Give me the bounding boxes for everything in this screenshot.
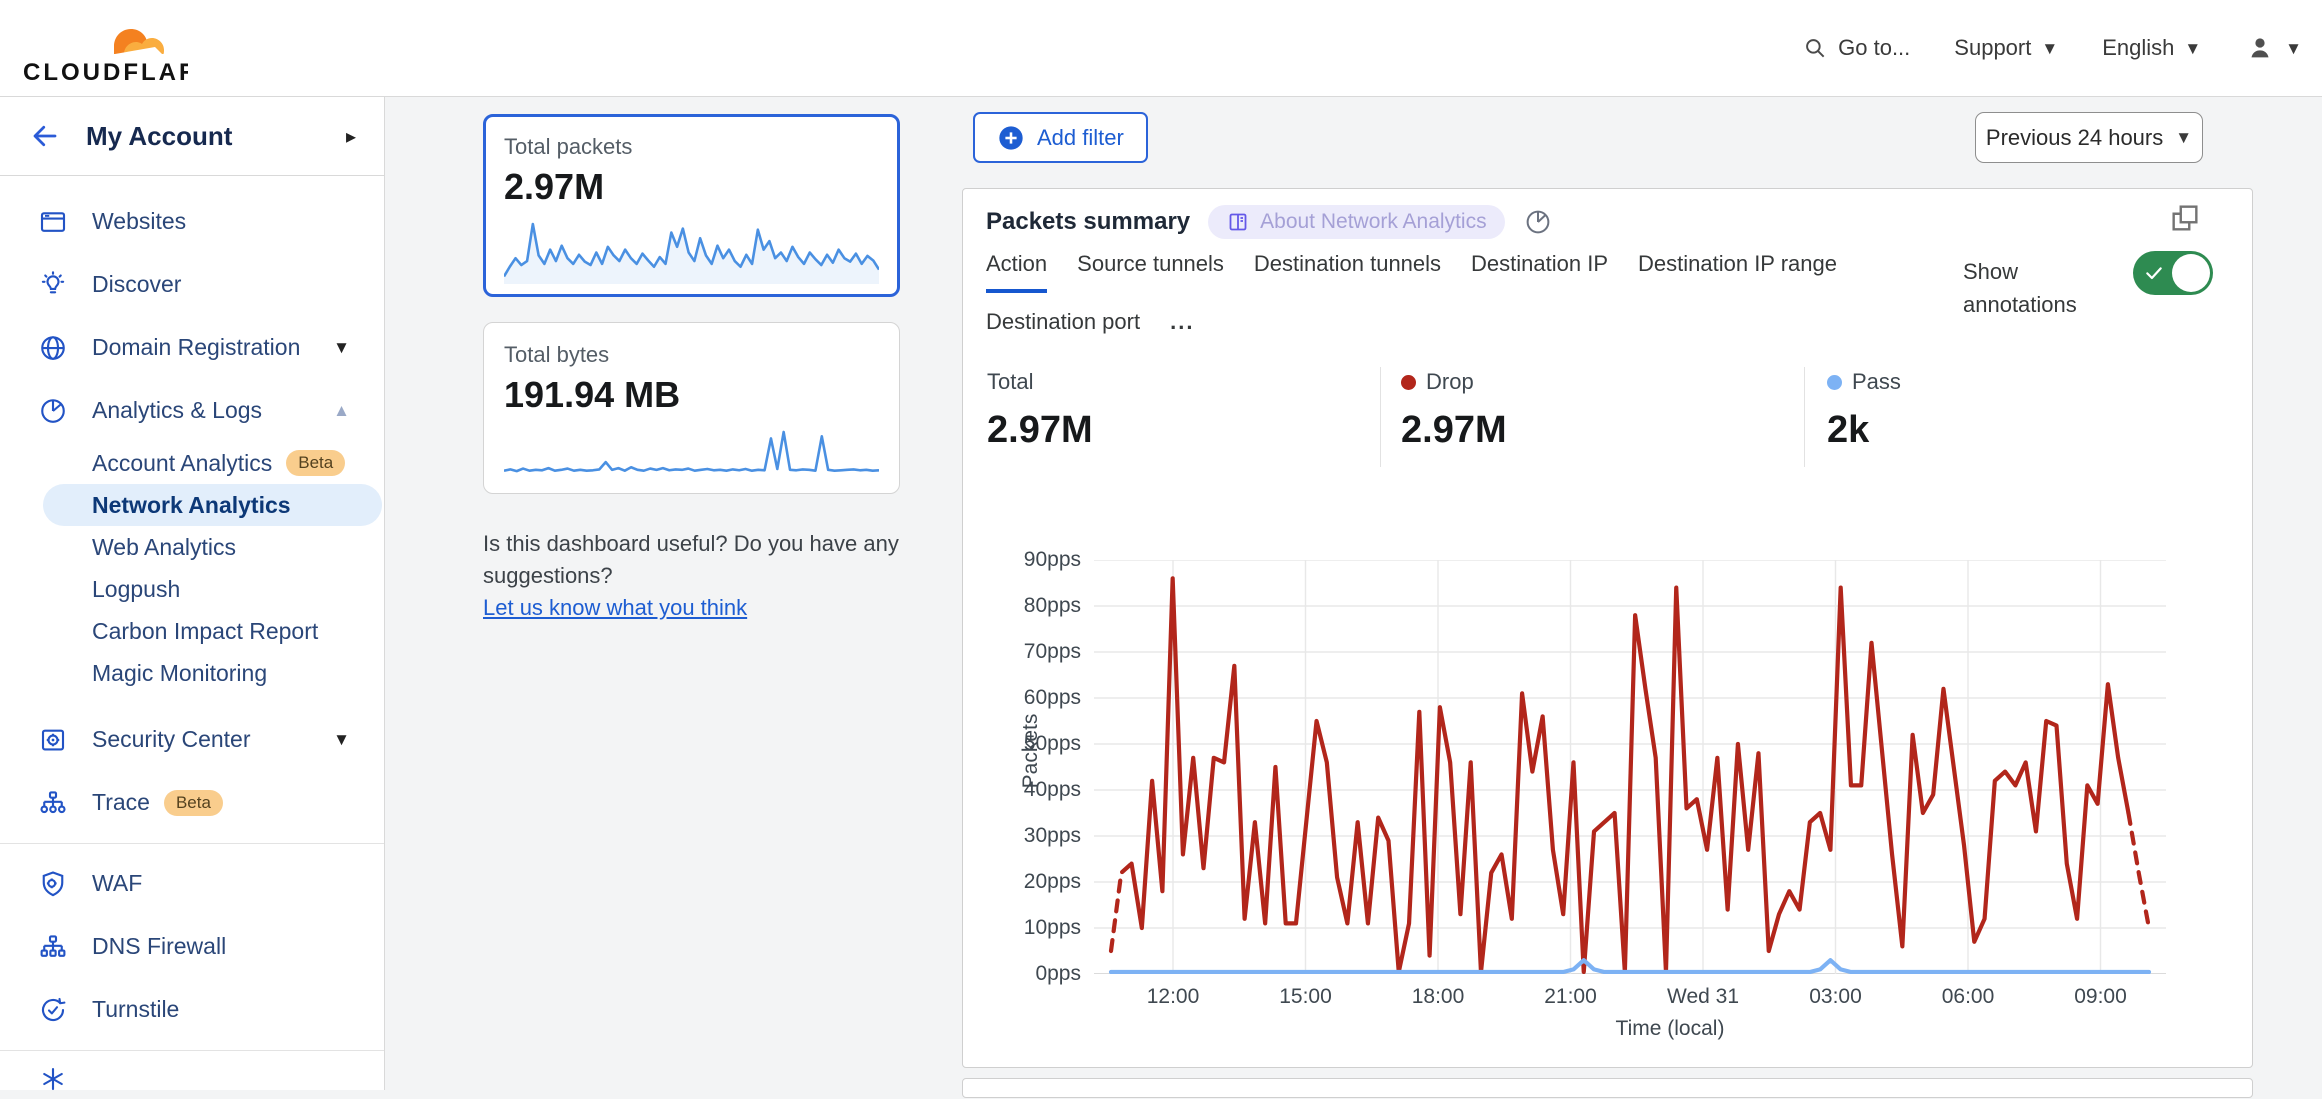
total-bytes-card[interactable]: Total bytes 191.94 MB <box>483 322 900 494</box>
cloudflare-logo[interactable]: CLOUDFLARE <box>18 8 188 88</box>
stat-total: Total 2.97M <box>963 367 1380 467</box>
sidebar-item-turnstile[interactable]: Turnstile <box>0 978 384 1041</box>
search-icon <box>1802 35 1828 61</box>
tab-destination-ip-range[interactable]: Destination IP range <box>1638 251 1837 293</box>
card-value: 2.97M <box>504 166 879 208</box>
check-icon <box>2143 263 2165 283</box>
drop-series-dot <box>1401 375 1416 390</box>
sidebar-item-security-center[interactable]: Security Center ▼ <box>0 708 384 771</box>
about-network-analytics-badge[interactable]: About Network Analytics <box>1208 205 1504 239</box>
goto-label: Go to... <box>1838 35 1910 61</box>
refresh-check-icon <box>38 995 68 1025</box>
panel-title: Packets summary <box>986 208 1190 236</box>
sidebar-item-discover[interactable]: Discover <box>0 253 384 316</box>
show-annotations-toggle[interactable] <box>2133 251 2213 295</box>
next-panel-sliver <box>962 1078 2253 1098</box>
sidebar: My Account ▸ Websites Discover <box>0 97 385 1090</box>
shield-gear-icon <box>38 869 68 899</box>
globe-icon <box>38 333 68 363</box>
hierarchy-icon <box>38 932 68 962</box>
chevron-right-icon[interactable]: ▸ <box>346 124 356 149</box>
stat-total-value: 2.97M <box>987 409 1380 452</box>
sidebar-item-partial[interactable] <box>0 1059 384 1099</box>
sidebar-item-domain-registration[interactable]: Domain Registration ▼ <box>0 316 384 379</box>
tab-source-tunnels[interactable]: Source tunnels <box>1077 251 1224 293</box>
account-title: My Account <box>86 121 346 152</box>
support-menu[interactable]: Support ▼ <box>1954 35 2058 61</box>
sidebar-item-waf[interactable]: WAF <box>0 852 384 915</box>
feedback-link[interactable]: Let us know what you think <box>483 595 747 620</box>
tab-destination-port[interactable]: Destination port <box>986 309 1140 347</box>
stat-drop: Drop 2.97M <box>1380 367 1804 467</box>
stat-pass: Pass 2k <box>1804 367 2224 467</box>
pie-timer-icon[interactable] <box>1523 207 1553 237</box>
sidebar-item-dns-firewall[interactable]: DNS Firewall <box>0 915 384 978</box>
time-range-dropdown[interactable]: Previous 24 hours ▼ <box>1975 112 2203 163</box>
packets-chart: Packets Time (local) 0pps10pps20pps30pps… <box>963 519 2252 1059</box>
sidebar-item-logpush[interactable]: Logpush <box>0 568 384 610</box>
pass-series-dot <box>1827 375 1842 390</box>
sidebar-item-trace[interactable]: Trace Beta <box>0 771 384 834</box>
x-axis-title: Time (local) <box>1570 1017 1770 1041</box>
plus-circle-icon <box>997 124 1025 152</box>
user-menu[interactable]: ▼ <box>2245 33 2302 63</box>
total-packets-card[interactable]: Total packets 2.97M <box>483 114 900 297</box>
add-filter-button[interactable]: Add filter <box>973 112 1148 163</box>
chevron-down-icon: ▼ <box>2175 129 2192 146</box>
more-tabs-button[interactable]: ... <box>1170 309 1194 347</box>
chevron-down-icon: ▼ <box>2184 40 2201 57</box>
pie-chart-icon <box>38 396 68 426</box>
goto-search[interactable]: Go to... <box>1802 35 1910 61</box>
sidebar-item-account-analytics[interactable]: Account Analytics Beta <box>0 442 384 484</box>
packets-summary-panel: Packets summary About Network Analytics … <box>962 188 2253 1068</box>
divider <box>0 843 384 844</box>
total-bytes-sparkline <box>504 428 879 478</box>
dimension-tabs: Action Source tunnels Destination tunnel… <box>986 251 1906 347</box>
tab-destination-tunnels[interactable]: Destination tunnels <box>1254 251 1441 293</box>
chevron-down-icon: ▼ <box>333 731 350 748</box>
language-menu[interactable]: English ▼ <box>2102 35 2201 61</box>
feedback-block: Is this dashboard useful? Do you have an… <box>483 528 913 624</box>
chevron-up-icon: ▲ <box>333 402 350 419</box>
feedback-question: Is this dashboard useful? Do you have an… <box>483 528 913 592</box>
chevron-down-icon: ▼ <box>2285 40 2302 57</box>
beta-badge: Beta <box>286 450 345 476</box>
tab-action[interactable]: Action <box>986 251 1047 293</box>
account-switcher[interactable]: My Account ▸ <box>0 97 384 176</box>
stat-drop-value: 2.97M <box>1401 409 1804 452</box>
card-title: Total packets <box>504 134 879 160</box>
sidebar-item-network-analytics[interactable]: Network Analytics <box>43 484 382 526</box>
sidebar-item-websites[interactable]: Websites <box>0 190 384 253</box>
tab-destination-ip[interactable]: Destination IP <box>1471 251 1608 293</box>
user-icon <box>2245 33 2275 63</box>
top-bar: CLOUDFLARE Go to... Support ▼ English ▼ <box>0 0 2322 97</box>
sidebar-item-analytics-logs[interactable]: Analytics & Logs ▲ <box>0 379 384 442</box>
card-value: 191.94 MB <box>504 374 879 416</box>
browser-window-icon <box>38 207 68 237</box>
card-title: Total bytes <box>504 342 879 368</box>
expand-icon[interactable] <box>2168 201 2202 235</box>
lightbulb-icon <box>38 270 68 300</box>
total-packets-sparkline <box>504 220 879 284</box>
book-icon <box>1226 210 1250 234</box>
sidebar-item-web-analytics[interactable]: Web Analytics <box>0 526 384 568</box>
chevron-down-icon: ▼ <box>333 339 350 356</box>
trace-flow-icon <box>38 788 68 818</box>
safe-icon <box>38 725 68 755</box>
stats-row: Total 2.97M Drop 2.97M Pass 2k <box>963 367 2252 467</box>
sidebar-item-carbon-impact-report[interactable]: Carbon Impact Report <box>0 610 384 652</box>
divider <box>0 1050 384 1051</box>
stat-pass-value: 2k <box>1827 409 2224 452</box>
toggle-knob <box>2172 254 2210 292</box>
chart-plot-area <box>1094 560 2166 974</box>
back-arrow-icon[interactable] <box>30 121 60 151</box>
beta-badge: Beta <box>164 790 223 816</box>
chevron-down-icon: ▼ <box>2041 40 2058 57</box>
brand-text: CLOUDFLARE <box>23 59 188 86</box>
show-annotations-label: Show annotations <box>1963 255 2099 321</box>
sidebar-item-magic-monitoring[interactable]: Magic Monitoring <box>0 652 384 694</box>
